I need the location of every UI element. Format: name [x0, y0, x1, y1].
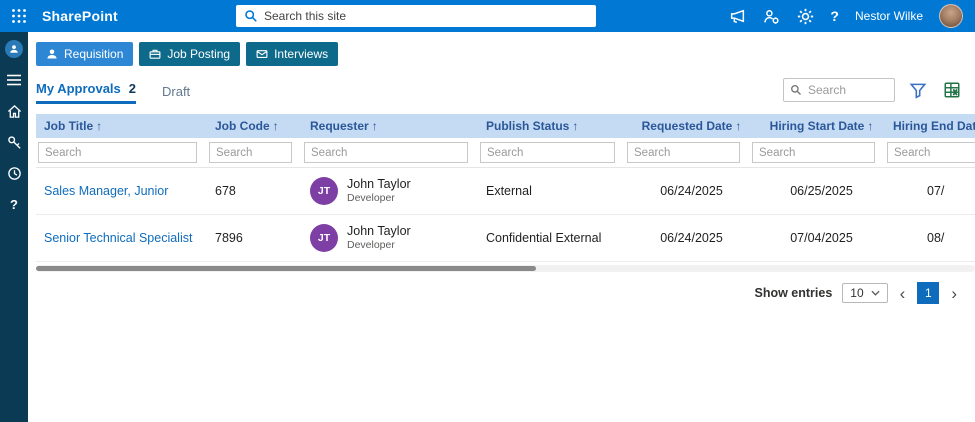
scrollbar-thumb[interactable] — [36, 266, 536, 271]
sort-asc-icon: ↑ — [371, 119, 378, 133]
sort-asc-icon: ↑ — [867, 119, 874, 133]
history-icon[interactable] — [5, 164, 23, 182]
excel-export-icon[interactable] — [941, 79, 963, 101]
horizontal-scrollbar[interactable] — [36, 265, 975, 272]
filter-job-title-input[interactable] — [38, 142, 197, 163]
job-title-link[interactable]: Sales Manager, Junior — [44, 184, 168, 198]
column-header-job-code[interactable]: Job Code ↑ — [207, 119, 302, 133]
user-avatar[interactable] — [939, 4, 963, 28]
site-search-box[interactable] — [236, 5, 596, 27]
approvals-count-badge: 2 — [128, 81, 136, 96]
app-launcher-icon[interactable] — [4, 0, 34, 32]
filter-row — [36, 138, 975, 168]
interviews-button[interactable]: Interviews — [246, 42, 339, 66]
table-row: Senior Technical Specialist 7896 JT John… — [36, 215, 975, 262]
filter-icon[interactable] — [907, 79, 929, 101]
requested-date-value: 06/24/2025 — [660, 184, 723, 198]
job-code-value: 7896 — [215, 231, 243, 245]
tab-draft-label: Draft — [162, 84, 191, 99]
help-icon[interactable]: ? — [830, 8, 839, 24]
column-header-requested-date[interactable]: Requested Date ↑ — [625, 119, 750, 133]
requester-cell: JT John Taylor Developer — [310, 177, 478, 205]
publish-status-value: Confidential External — [486, 231, 602, 245]
app-title: SharePoint — [42, 8, 118, 24]
main-content: Requisition Job Posting Interviews My Ap… — [28, 32, 975, 422]
requester-avatar: JT — [310, 177, 338, 205]
left-rail: ? — [0, 32, 28, 422]
requester-role: Developer — [347, 239, 395, 252]
filter-requester-input[interactable] — [304, 142, 468, 163]
gear-icon[interactable] — [796, 7, 814, 25]
list-search-box[interactable] — [783, 78, 895, 102]
column-header-hiring-end-date[interactable]: Hiring End Date — [885, 119, 975, 133]
requisitions-table: Job Title ↑ Job Code ↑ Requester ↑ Publish … — [36, 114, 975, 262]
column-header-hiring-start-date[interactable]: Hiring Start Date ↑ — [750, 119, 885, 133]
requisition-button[interactable]: Requisition — [36, 42, 134, 66]
profile-icon[interactable] — [5, 40, 23, 58]
menu-icon[interactable] — [5, 71, 23, 89]
sort-asc-icon: ↑ — [96, 119, 103, 133]
filter-hiring-start-date-input[interactable] — [752, 142, 875, 163]
suite-bar: SharePoint Search this site ? Nestor Wil… — [0, 0, 975, 32]
table-header-row: Job Title ↑ Job Code ↑ Requester ↑ Publish … — [36, 114, 975, 138]
filter-job-code-input[interactable] — [209, 142, 292, 163]
hiring-start-date-value: 06/25/2025 — [790, 184, 853, 198]
filter-hiring-end-date-input[interactable] — [887, 142, 975, 163]
job-posting-button[interactable]: Job Posting — [139, 42, 241, 66]
page-1-button[interactable]: 1 — [917, 282, 940, 304]
briefcase-icon — [149, 48, 161, 60]
requester-avatar: JT — [310, 224, 338, 252]
page-size-value: 10 — [850, 286, 864, 300]
person-icon — [46, 48, 58, 60]
hiring-start-date-value: 07/04/2025 — [790, 231, 853, 245]
hiring-end-date-value: 08/ — [927, 231, 945, 245]
action-buttons: Requisition Job Posting Interviews — [36, 42, 975, 66]
pagination-bar: Show entries 10 ‹ 1 › — [36, 282, 975, 304]
column-header-requester[interactable]: Requester ↑ — [302, 119, 478, 133]
requester-role: Developer — [347, 192, 395, 205]
filter-requested-date-input[interactable] — [627, 142, 740, 163]
tab-my-approvals-label: My Approvals — [36, 81, 121, 96]
job-title-link[interactable]: Senior Technical Specialist — [44, 231, 192, 245]
page-size-select[interactable]: 10 — [842, 283, 888, 303]
user-name: Nestor Wilke — [854, 9, 923, 23]
requested-date-value: 06/24/2025 — [660, 231, 723, 245]
requester-name: John Taylor — [347, 177, 411, 192]
filter-publish-status-input[interactable] — [480, 142, 615, 163]
sort-asc-icon: ↑ — [572, 119, 579, 133]
previous-page-button[interactable]: ‹ — [898, 285, 908, 302]
job-code-value: 678 — [215, 184, 236, 198]
requester-cell: JT John Taylor Developer — [310, 224, 478, 252]
show-entries-label: Show entries — [754, 286, 833, 300]
tab-draft[interactable]: Draft — [162, 84, 190, 104]
home-icon[interactable] — [5, 102, 23, 120]
requisition-button-label: Requisition — [64, 47, 124, 61]
rail-help-icon[interactable]: ? — [5, 195, 23, 213]
tabs-row: My Approvals 2 Draft — [36, 78, 975, 104]
job-posting-button-label: Job Posting — [167, 47, 231, 61]
search-icon — [790, 84, 802, 96]
publish-status-value: External — [486, 184, 532, 198]
envelope-icon — [256, 48, 268, 60]
tab-my-approvals[interactable]: My Approvals 2 — [36, 81, 136, 104]
chevron-down-icon — [871, 290, 880, 296]
site-search-input[interactable] — [264, 9, 588, 23]
column-header-publish-status[interactable]: Publish Status ↑ — [478, 119, 625, 133]
column-header-job-title[interactable]: Job Title ↑ — [36, 119, 207, 133]
interviews-button-label: Interviews — [274, 47, 329, 61]
search-icon — [244, 9, 258, 23]
list-toolbar — [783, 78, 975, 104]
key-icon[interactable] — [5, 133, 23, 151]
requester-name: John Taylor — [347, 224, 411, 239]
megaphone-icon[interactable] — [728, 7, 746, 25]
table-row: Sales Manager, Junior 678 JT John Taylor… — [36, 168, 975, 215]
list-search-input[interactable] — [808, 83, 888, 97]
hiring-end-date-value: 07/ — [927, 184, 945, 198]
account-settings-icon[interactable] — [762, 7, 780, 25]
sort-asc-icon: ↑ — [272, 119, 279, 133]
next-page-button[interactable]: › — [949, 285, 959, 302]
sort-asc-icon: ↑ — [735, 119, 742, 133]
